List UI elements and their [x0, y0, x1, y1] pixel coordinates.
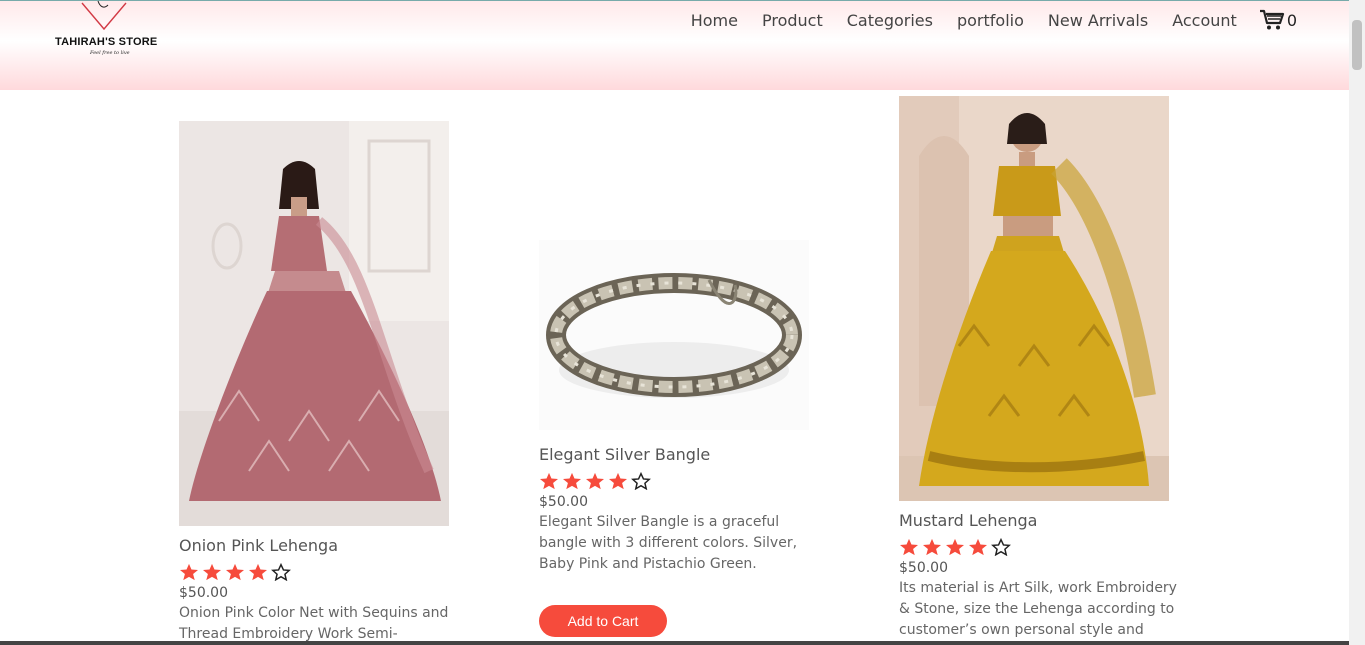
star-filled-icon: [180, 563, 198, 581]
logo-tagline: Feel free to live: [90, 50, 130, 56]
star-filled-icon: [226, 563, 244, 581]
star-filled-icon: [946, 538, 964, 556]
star-filled-icon: [249, 563, 267, 581]
nav-new-arrivals[interactable]: New Arrivals: [1048, 11, 1148, 30]
main-nav: Home Product Categories portfolio New Ar…: [667, 9, 1297, 31]
nav-account[interactable]: Account: [1172, 11, 1237, 30]
add-to-cart-button[interactable]: Add to Cart: [539, 605, 667, 637]
product-image[interactable]: [899, 96, 1169, 501]
nav-categories[interactable]: Categories: [847, 11, 933, 30]
logo-heart-icon: [81, 1, 127, 31]
product-title[interactable]: Mustard Lehenga: [899, 511, 1189, 530]
product-description: Onion Pink Color Net with Sequins and Th…: [179, 605, 449, 642]
product-description: Its material is Art Silk, work Embroider…: [899, 580, 1177, 638]
rating-stars: [539, 472, 829, 490]
nav-product[interactable]: Product: [762, 11, 823, 30]
star-empty-icon: [991, 538, 1011, 556]
cart-count: 0: [1286, 10, 1297, 30]
nav-portfolio[interactable]: portfolio: [957, 11, 1024, 30]
product-image[interactable]: [539, 240, 809, 430]
rating-stars: [179, 563, 469, 581]
star-filled-icon: [540, 472, 558, 490]
product-image[interactable]: [179, 121, 449, 526]
shopping-cart-icon: [1259, 9, 1284, 30]
cart-button[interactable]: 0: [1259, 9, 1297, 31]
star-filled-icon: [563, 472, 581, 490]
scrollbar-thumb[interactable]: [1352, 20, 1362, 70]
bottom-edge: [0, 641, 1349, 645]
product-card: Onion Pink Lehenga $50.00 Onion Pink Col…: [179, 121, 469, 645]
product-price: $50.00: [539, 494, 588, 510]
page-scrollbar[interactable]: [1349, 0, 1365, 645]
star-filled-icon: [923, 538, 941, 556]
rating-stars: [899, 538, 1189, 556]
product-title[interactable]: Elegant Silver Bangle: [539, 445, 829, 464]
product-card: Elegant Silver Bangle $50.00 Elegant Sil…: [539, 240, 829, 637]
product-price: $50.00: [179, 585, 228, 601]
star-filled-icon: [969, 538, 987, 556]
product-price: $50.00: [899, 560, 948, 576]
product-card: Mustard Lehenga $50.00 Its material is A…: [899, 96, 1189, 641]
logo-name: TAHIRAH'S STORE: [55, 36, 158, 48]
product-description: Elegant Silver Bangle is a graceful bang…: [539, 514, 798, 572]
star-filled-icon: [609, 472, 627, 490]
star-filled-icon: [203, 563, 221, 581]
nav-home[interactable]: Home: [691, 11, 738, 30]
star-filled-icon: [900, 538, 918, 556]
site-header: TAHIRAH'S STORE Feel free to live Home P…: [0, 0, 1349, 90]
star-empty-icon: [271, 563, 291, 581]
store-logo[interactable]: TAHIRAH'S STORE Feel free to live: [52, 1, 162, 63]
product-title[interactable]: Onion Pink Lehenga: [179, 536, 469, 555]
star-empty-icon: [631, 472, 651, 490]
star-filled-icon: [586, 472, 604, 490]
